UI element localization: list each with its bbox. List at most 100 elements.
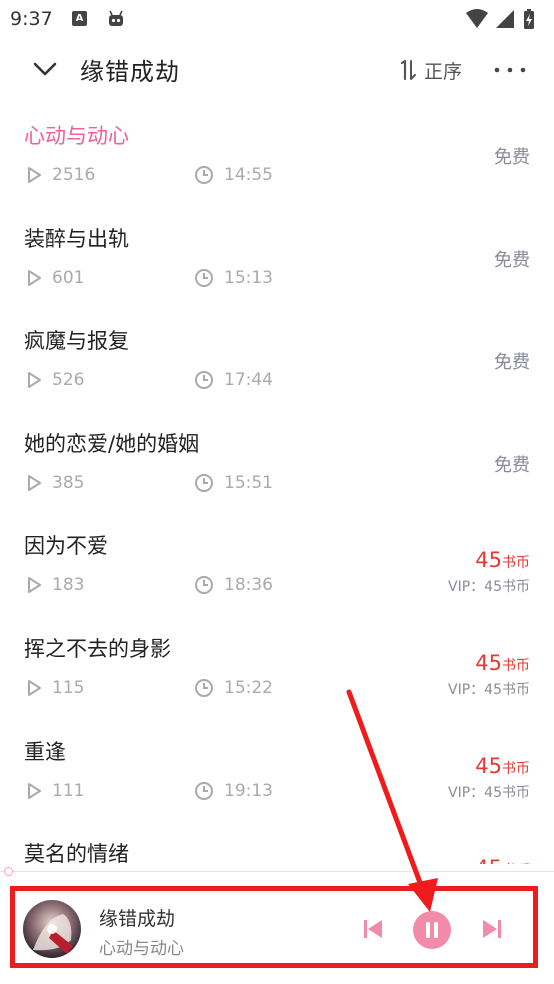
episode-item[interactable]: 重逢 111 19:13 45书币 VIP：45书币 — [0, 724, 554, 827]
episode-title: 她的恋爱/她的婚姻 — [24, 431, 200, 456]
play-count-value: 385 — [52, 472, 85, 493]
clock-icon — [195, 781, 213, 800]
price-coin: 45书币 VIP：45书币 — [448, 651, 530, 699]
play-count: 385 — [26, 473, 84, 493]
episode-list: 心动与动心 2516 14:55 免费 装醉与出轨 601 15:13 免费 疯… — [0, 108, 554, 864]
price-coin: 45书币 — [475, 856, 530, 864]
duration-value: 15:51 — [224, 472, 273, 493]
progress-thumb[interactable] — [4, 867, 13, 876]
price-amount: 45 — [475, 753, 502, 778]
notification-a-icon: A — [72, 11, 87, 26]
play-count: 111 — [26, 781, 84, 801]
header: 缘错成劫 正序 — [0, 40, 554, 100]
sort-icon — [400, 59, 416, 81]
duration: 15:51 — [194, 473, 273, 493]
duration: 15:13 — [194, 268, 273, 288]
album-cover[interactable] — [23, 900, 81, 958]
price-unit: 书币 — [502, 760, 530, 777]
episode-title: 挥之不去的身影 — [24, 636, 171, 661]
play-icon — [28, 167, 41, 183]
price-coin: 45书币 VIP：45书币 — [448, 754, 530, 802]
signal-icon — [496, 10, 514, 28]
skip-previous-icon[interactable] — [361, 917, 385, 941]
wifi-icon — [466, 9, 488, 28]
price-free: 免费 — [494, 352, 530, 374]
play-icon — [28, 372, 41, 389]
episode-item[interactable]: 疯魔与报复 526 17:44 免费 — [0, 313, 554, 416]
duration-value: 14:55 — [224, 165, 273, 185]
play-count: 601 — [26, 268, 84, 288]
price-unit: 书币 — [502, 863, 530, 864]
episode-item[interactable]: 因为不爱 183 18:36 45书币 VIP：45书币 — [0, 518, 554, 621]
play-count: 526 — [26, 370, 84, 390]
episode-item[interactable]: 挥之不去的身影 115 15:22 45书币 VIP：45书币 — [0, 621, 554, 724]
clock-icon — [195, 166, 213, 184]
duration-value: 17:44 — [224, 370, 273, 391]
play-icon — [28, 679, 41, 696]
vip-price: VIP：45书币 — [448, 784, 530, 801]
chevron-down-icon[interactable] — [28, 52, 62, 86]
duration-value: 15:22 — [224, 677, 273, 698]
status-bar: 9:37 A — [0, 0, 554, 38]
price-amount: 45 — [475, 548, 502, 573]
play-count-value: 115 — [52, 677, 85, 698]
play-icon — [28, 474, 41, 491]
price-free: 免费 — [494, 249, 530, 271]
price-unit: 书币 — [502, 555, 530, 572]
clock-icon — [195, 473, 213, 492]
play-icon — [28, 782, 41, 799]
price-free: 免费 — [494, 454, 530, 476]
progress-track[interactable] — [0, 871, 554, 872]
episode-title: 心动与动心 — [24, 124, 129, 148]
pause-icon — [426, 922, 438, 938]
pause-button[interactable] — [413, 911, 451, 949]
price-free: 免费 — [494, 147, 530, 168]
episode-item[interactable]: 她的恋爱/她的婚姻 385 15:51 免费 — [0, 416, 554, 519]
clock-icon — [195, 268, 213, 287]
episode-title: 装醉与出轨 — [24, 226, 129, 251]
android-notification-icon — [109, 10, 123, 26]
episode-title: 重逢 — [24, 739, 66, 764]
episode-item[interactable]: 装醉与出轨 601 15:13 免费 — [0, 211, 554, 314]
clock-icon — [195, 371, 213, 390]
play-count-value: 2516 — [52, 165, 96, 185]
vip-price: VIP：45书币 — [448, 579, 530, 596]
episode-title: 疯魔与报复 — [24, 329, 129, 354]
status-icons — [466, 9, 534, 29]
sort-label: 正序 — [424, 60, 463, 83]
play-count-value: 111 — [52, 780, 85, 801]
clock-icon — [195, 576, 213, 595]
episode-item[interactable]: 莫名的情绪 45书币 — [0, 826, 554, 864]
vip-price: VIP：45书币 — [448, 681, 530, 698]
duration: 18:36 — [194, 575, 273, 595]
duration: 14:55 — [194, 165, 273, 185]
duration-value: 19:13 — [224, 780, 273, 801]
price-amount: 45 — [475, 856, 502, 864]
duration: 19:13 — [194, 781, 273, 801]
mini-player[interactable]: 缘错成劫 心动与动心 — [10, 886, 538, 968]
page-title: 缘错成劫 — [80, 58, 180, 86]
play-icon — [28, 269, 41, 286]
player-subtitle: 心动与动心 — [99, 939, 184, 959]
price-unit: 书币 — [502, 657, 530, 674]
album-cover-image — [23, 900, 81, 958]
episode-item[interactable]: 心动与动心 2516 14:55 免费 — [0, 108, 554, 211]
sort-button[interactable]: 正序 — [398, 56, 462, 84]
duration-value: 15:13 — [224, 267, 273, 288]
clock-icon — [195, 678, 213, 697]
play-count-value: 526 — [52, 370, 85, 391]
status-time: 9:37 — [10, 8, 53, 30]
player-title: 缘错成劫 — [99, 908, 176, 930]
skip-next-icon[interactable] — [480, 917, 504, 941]
play-icon — [28, 577, 41, 594]
more-icon[interactable] — [490, 56, 530, 84]
play-count: 115 — [26, 678, 84, 698]
episode-title: 因为不爱 — [24, 534, 108, 559]
duration-value: 18:36 — [224, 575, 273, 596]
play-count-value: 601 — [52, 267, 85, 288]
price-coin: 45书币 VIP：45书币 — [448, 548, 530, 596]
duration: 17:44 — [194, 370, 273, 390]
play-count-value: 183 — [52, 575, 85, 596]
episode-title: 莫名的情绪 — [24, 842, 129, 864]
duration: 15:22 — [194, 678, 273, 698]
